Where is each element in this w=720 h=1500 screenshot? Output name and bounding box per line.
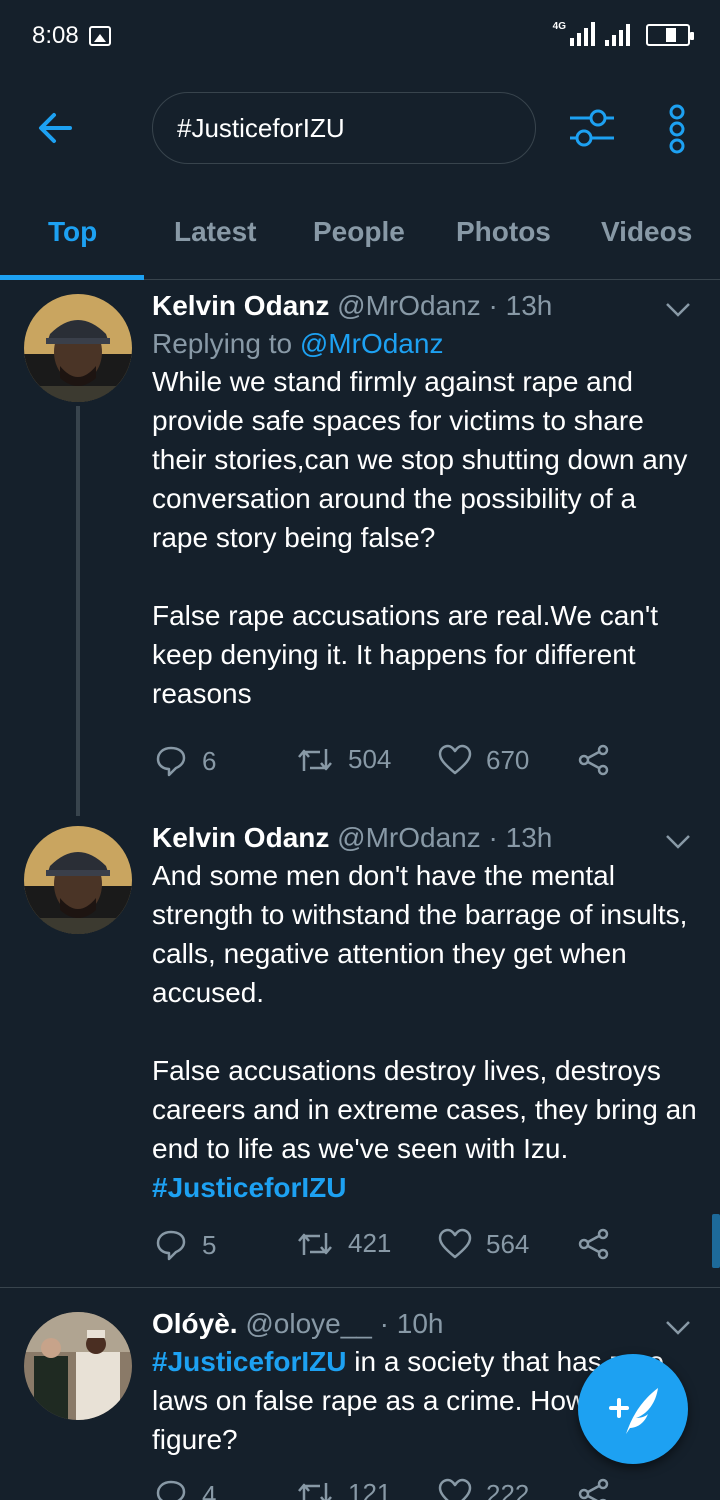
status-indicators: 4G bbox=[552, 21, 694, 46]
like-count: 222 bbox=[486, 1478, 530, 1500]
retweet-button[interactable]: 421 bbox=[296, 1228, 391, 1259]
vertical-dots-icon bbox=[669, 104, 685, 154]
avatar[interactable] bbox=[24, 1312, 132, 1420]
heart-icon bbox=[438, 1228, 472, 1259]
author-name[interactable]: Kelvin Odanz bbox=[152, 822, 329, 853]
mention-link[interactable]: @MrOdanz bbox=[300, 328, 444, 359]
more-options-button[interactable] bbox=[662, 102, 692, 156]
search-tabs: Top Latest People Photos Videos bbox=[0, 182, 720, 280]
arrow-left-icon bbox=[39, 113, 72, 143]
tweet-text: And some men don't have the mental stren… bbox=[152, 860, 697, 1164]
search-filter-button[interactable] bbox=[566, 102, 618, 154]
signal-strength-icon bbox=[570, 22, 595, 46]
share-icon bbox=[578, 1478, 609, 1500]
like-button[interactable]: 564 bbox=[438, 1228, 529, 1260]
tab-latest[interactable]: Latest bbox=[174, 216, 256, 248]
back-button[interactable] bbox=[30, 102, 82, 154]
tweet-content: Kelvin Odanz @MrOdanz · 13h And some men… bbox=[152, 822, 697, 1207]
retweet-button[interactable]: 121 bbox=[296, 1478, 391, 1500]
replying-to-label: Replying to bbox=[152, 328, 300, 359]
author-name[interactable]: Kelvin Odanz bbox=[152, 290, 329, 321]
author-name[interactable]: Olóyè. bbox=[152, 1308, 238, 1339]
avatar[interactable] bbox=[24, 294, 132, 402]
status-bar: 8:08 4G bbox=[0, 0, 720, 72]
retweet-count: 421 bbox=[348, 1228, 392, 1258]
network-type-label: 4G bbox=[552, 21, 566, 32]
tweet-header: Kelvin Odanz @MrOdanz · 13h bbox=[152, 822, 697, 854]
retweet-button[interactable]: 504 bbox=[296, 744, 391, 775]
retweet-icon bbox=[298, 1232, 332, 1255]
tweet-time: · 13h bbox=[488, 290, 553, 321]
search-header: #JusticeforIZU bbox=[0, 72, 720, 182]
hashtag-link[interactable]: #JusticeforIZU bbox=[152, 1346, 347, 1377]
tweet-content: Kelvin Odanz @MrOdanz · 13h Replying to … bbox=[152, 290, 697, 713]
author-handle: @oloye__ bbox=[245, 1308, 372, 1339]
share-button[interactable] bbox=[578, 1228, 610, 1260]
reply-count: 5 bbox=[202, 1229, 217, 1260]
chevron-down-icon[interactable] bbox=[664, 300, 692, 320]
tweet-time: · 10h bbox=[379, 1308, 444, 1339]
tweet-text: While we stand firmly against rape and p… bbox=[152, 366, 688, 709]
like-button[interactable]: 222 bbox=[438, 1478, 529, 1500]
tweet-actions: 6 504 670 bbox=[152, 744, 622, 784]
share-icon bbox=[578, 744, 609, 776]
tweet-actions: 5 421 564 bbox=[152, 1228, 622, 1268]
reply-icon bbox=[156, 1230, 186, 1261]
author-handle: @MrOdanz bbox=[337, 822, 481, 853]
retweet-icon bbox=[298, 748, 332, 771]
hashtag-link[interactable]: #JusticeforIZU bbox=[152, 1172, 347, 1203]
image-notification-icon bbox=[89, 26, 111, 46]
replying-to: Replying to @MrOdanz bbox=[152, 328, 697, 360]
search-query: #JusticeforIZU bbox=[177, 112, 345, 143]
compose-tweet-button[interactable] bbox=[578, 1354, 688, 1464]
reply-icon bbox=[156, 1480, 186, 1500]
tweet-header: Kelvin Odanz @MrOdanz · 13h bbox=[152, 290, 697, 322]
tweet-actions: 4 121 222 bbox=[152, 1478, 622, 1500]
reply-icon bbox=[156, 746, 186, 777]
share-button[interactable] bbox=[578, 1478, 610, 1500]
like-button[interactable]: 670 bbox=[438, 744, 529, 776]
heart-icon bbox=[438, 744, 472, 775]
tab-photos[interactable]: Photos bbox=[456, 216, 551, 248]
tweet-header: Olóyè. @oloye__ · 10h bbox=[152, 1308, 697, 1340]
filter-sliders-icon bbox=[570, 109, 614, 147]
tab-people[interactable]: People bbox=[313, 216, 405, 248]
tweet-time: · 13h bbox=[488, 822, 553, 853]
reply-button[interactable]: 5 bbox=[154, 1228, 216, 1262]
signal-strength-2-icon bbox=[605, 22, 630, 46]
retweet-icon bbox=[298, 1482, 332, 1500]
heart-icon bbox=[438, 1478, 472, 1500]
avatar[interactable] bbox=[24, 826, 132, 934]
search-input[interactable]: #JusticeforIZU bbox=[152, 92, 536, 164]
tab-top[interactable]: Top bbox=[48, 216, 97, 248]
reply-button[interactable]: 6 bbox=[154, 744, 216, 778]
author-handle: @MrOdanz bbox=[337, 290, 481, 321]
chevron-down-icon[interactable] bbox=[664, 1318, 692, 1338]
tweet-divider bbox=[0, 1287, 720, 1288]
share-icon bbox=[578, 1228, 609, 1260]
reply-count: 4 bbox=[202, 1479, 217, 1500]
chevron-down-icon[interactable] bbox=[664, 832, 692, 852]
share-button[interactable] bbox=[578, 744, 610, 776]
reply-count: 6 bbox=[202, 745, 217, 776]
active-tab-indicator bbox=[0, 275, 144, 280]
retweet-count: 504 bbox=[348, 744, 392, 774]
status-time: 8:08 bbox=[32, 22, 79, 49]
reply-button[interactable]: 4 bbox=[154, 1478, 216, 1500]
like-count: 670 bbox=[486, 744, 530, 775]
retweet-count: 121 bbox=[348, 1478, 392, 1500]
thread-line bbox=[76, 406, 80, 816]
compose-feather-icon bbox=[609, 1388, 658, 1434]
battery-icon bbox=[646, 24, 694, 46]
tab-videos[interactable]: Videos bbox=[601, 216, 692, 248]
scrollbar-thumb[interactable] bbox=[712, 1214, 720, 1268]
like-count: 564 bbox=[486, 1228, 530, 1259]
